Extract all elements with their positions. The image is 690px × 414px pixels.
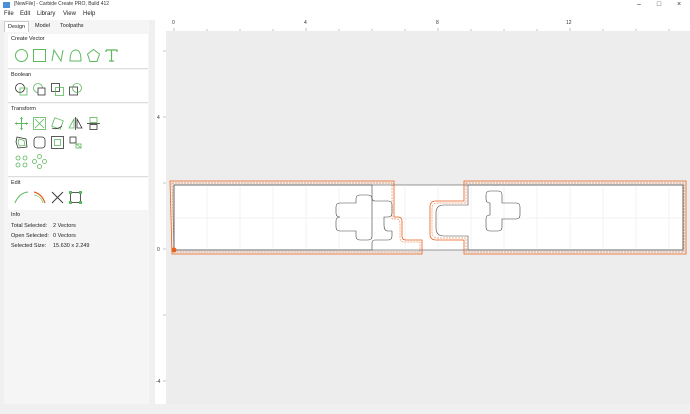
trim-icon[interactable] <box>68 82 83 97</box>
edit-section: Edit <box>8 178 148 211</box>
vruler-label-4: 4 <box>157 115 160 121</box>
node-edit-icon[interactable] <box>68 135 83 150</box>
circle-tool-icon[interactable] <box>14 48 29 63</box>
info-section: Info Total Selected: 2 Vectors Open Sele… <box>8 210 148 254</box>
smooth-icon[interactable] <box>32 190 47 205</box>
total-selected-label: Total Selected: <box>11 223 48 229</box>
app-icon <box>3 2 10 8</box>
offset-icon[interactable] <box>14 135 29 150</box>
menu-view[interactable]: View <box>63 11 76 17</box>
tab-toolpaths[interactable]: Toolpaths <box>57 21 87 31</box>
vertical-ruler-ticks <box>163 50 166 382</box>
rotate-icon[interactable] <box>50 116 65 131</box>
tab-model[interactable]: Model <box>32 21 53 31</box>
open-selected-value: 0 Vectors <box>53 233 76 239</box>
info-title: Info <box>11 212 21 218</box>
canvas-drawing[interactable] <box>166 31 690 404</box>
hruler-label-8: 8 <box>436 20 439 26</box>
inset-icon[interactable] <box>50 135 65 150</box>
stock-boundary <box>173 184 684 251</box>
boolean-section: Boolean <box>8 70 148 103</box>
origin-marker-icon <box>171 247 177 253</box>
design-canvas[interactable] <box>166 31 690 404</box>
title-bar: [NewFile] - Carbide Create PRO, Build 41… <box>0 0 690 10</box>
vruler-label-neg4: -4 <box>156 379 161 385</box>
grid-array-icon[interactable] <box>14 154 29 169</box>
create-vector-title: Create Vector <box>11 36 45 42</box>
fillet-icon[interactable] <box>32 135 47 150</box>
hruler-label-4: 4 <box>304 20 307 26</box>
scale-icon[interactable] <box>32 116 47 131</box>
weld-icon[interactable] <box>14 82 29 97</box>
horizontal-ruler-ticks <box>173 28 670 31</box>
menu-file[interactable]: File <box>4 11 14 17</box>
menu-help[interactable]: Help <box>83 11 95 17</box>
align-icon[interactable] <box>86 116 101 131</box>
text-tool-icon[interactable] <box>104 48 119 63</box>
menu-edit[interactable]: Edit <box>20 11 30 17</box>
menu-bar: File Edit Library View Help <box>0 10 690 20</box>
cut-vector-icon[interactable] <box>50 190 65 205</box>
open-selected-label: Open Selected: <box>11 233 49 239</box>
minimize-icon[interactable]: – <box>630 0 648 10</box>
subtract-icon[interactable] <box>32 82 47 97</box>
transform-title: Transform <box>11 106 36 112</box>
transform-section: Transform <box>8 104 148 177</box>
circular-array-icon[interactable] <box>32 154 47 169</box>
panel-tabs: Design Model Toolpaths <box>4 20 149 32</box>
vruler-label-0: 0 <box>157 247 160 253</box>
hruler-label-0: 0 <box>172 20 175 26</box>
boolean-title: Boolean <box>11 72 32 78</box>
join-vectors-icon[interactable] <box>14 190 29 205</box>
create-vector-section: Create Vector <box>8 34 148 69</box>
curve-tool-icon[interactable] <box>68 48 83 63</box>
total-selected-value: 2 Vectors <box>53 223 76 229</box>
hruler-label-12: 12 <box>566 20 572 26</box>
design-panel: Design Model Toolpaths Create Vector Boo… <box>4 20 149 404</box>
tab-design[interactable]: Design <box>4 21 30 32</box>
bounding-box-icon[interactable] <box>68 190 83 205</box>
mirror-icon[interactable] <box>68 116 83 131</box>
move-icon[interactable] <box>14 116 29 131</box>
intersect-icon[interactable] <box>50 82 65 97</box>
maximize-icon[interactable]: □ <box>650 0 668 10</box>
close-icon[interactable]: × <box>670 0 688 10</box>
bottom-bar <box>0 404 690 414</box>
rectangle-tool-icon[interactable] <box>32 48 47 63</box>
polyline-tool-icon[interactable] <box>50 48 65 63</box>
selected-size-label: Selected Size: <box>11 243 47 249</box>
window-title: [NewFile] - Carbide Create PRO, Build 41… <box>14 1 110 7</box>
edit-title: Edit <box>11 180 21 186</box>
menu-library[interactable]: Library <box>37 11 55 17</box>
selected-size-value: 15.630 x 2.249 <box>53 243 90 249</box>
polygon-tool-icon[interactable] <box>86 48 101 63</box>
